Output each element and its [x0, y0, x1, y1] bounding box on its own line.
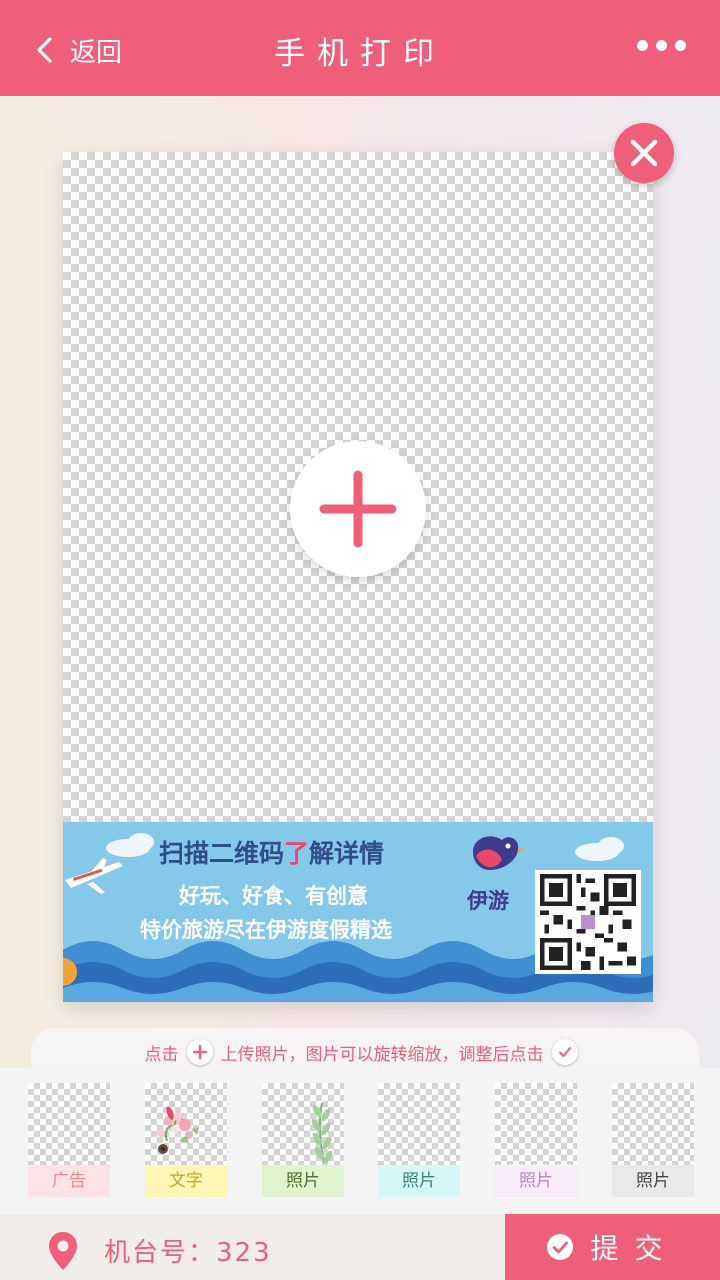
close-icon [630, 139, 658, 167]
location-pin-icon [49, 1232, 77, 1270]
template-ad[interactable]: 广告 [28, 1083, 110, 1197]
top-bar: 返回 手机打印 [0, 0, 720, 96]
bottom-bar: 机台号：323 提交 [0, 1214, 720, 1280]
banner-headline-a: 扫描二维码 [159, 839, 285, 868]
template-preview [495, 1083, 577, 1165]
page-title: 手机打印 [274, 36, 446, 72]
template-preview [145, 1083, 227, 1165]
template-label: 文字 [145, 1165, 227, 1197]
template-preview [378, 1083, 460, 1165]
plus-icon [319, 470, 397, 548]
template-label: 照片 [262, 1165, 344, 1197]
template-photo-1[interactable]: 照片 [262, 1083, 344, 1197]
banner-headline-b: 了 [284, 839, 310, 868]
submit-button[interactable]: 提交 [505, 1214, 720, 1280]
template-label: 广告 [28, 1165, 110, 1197]
template-label: 照片 [378, 1165, 460, 1197]
template-preview [28, 1083, 110, 1165]
banner-subline: 好玩、好食、有创意 [179, 884, 368, 908]
banner-headline: 扫描二维码了解详情 [159, 834, 384, 870]
banner-logo-text: 伊游 [467, 889, 509, 913]
template-strip: 广告 文字 照片 照片 照片 照片 [0, 1068, 720, 1214]
qr-code [535, 870, 641, 974]
flower-icon [157, 1106, 199, 1154]
template-preview [262, 1083, 344, 1165]
template-photo-4[interactable]: 照片 [612, 1083, 694, 1197]
tip-text-1: 点击 [144, 1044, 179, 1065]
qr-code-image [540, 874, 636, 970]
remove-photo-button[interactable] [614, 123, 674, 183]
template-label: 照片 [495, 1165, 577, 1197]
upload-tip: 点击 上传照片，图片可以旋转缩放，调整后点击 [31, 1038, 699, 1066]
machine-number: 机台号：323 [104, 1238, 272, 1268]
template-text[interactable]: 文字 [145, 1083, 227, 1197]
template-preview [612, 1083, 694, 1165]
plus-icon [186, 1039, 213, 1065]
template-label: 照片 [612, 1165, 694, 1197]
check-circle-icon [547, 1234, 574, 1260]
more-icon[interactable] [637, 40, 686, 51]
banner-headline-c: 解详情 [309, 839, 385, 868]
template-photo-2[interactable]: 照片 [378, 1083, 460, 1197]
banner-tagline: 特价旅游尽在伊游度假精选 [140, 918, 392, 942]
leaf-icon [311, 1102, 333, 1164]
check-icon [551, 1039, 578, 1065]
template-photo-3[interactable]: 照片 [495, 1083, 577, 1197]
tip-text-2: 上传照片，图片可以旋转缩放，调整后点击 [220, 1044, 544, 1065]
ad-banner: 扫描二维码了解详情 好玩、好食、有创意 特价旅游尽在伊游度假精选 伊游 [63, 822, 653, 1002]
submit-label: 提交 [590, 1232, 679, 1265]
add-photo-button[interactable] [290, 441, 426, 577]
